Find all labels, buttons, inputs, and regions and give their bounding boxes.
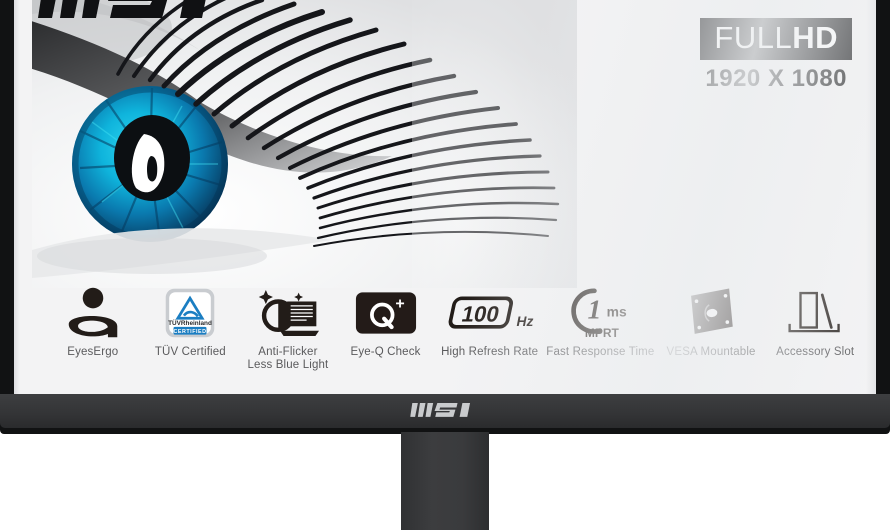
feature-tuv-certified: TÜVRheinland CERTIFIED TÜV Certified: [142, 282, 240, 359]
monitor-stand-neck: [401, 432, 489, 530]
svg-text:TÜVRheinland: TÜVRheinland: [168, 318, 212, 327]
anti-flicker-less-blue-light-icon: [257, 282, 319, 344]
svg-text:CERTIFIED: CERTIFIED: [174, 329, 207, 335]
vesa-mount-plate-icon: [682, 282, 740, 344]
feature-vesa-mountable: VESA Mountable: [656, 282, 767, 359]
feature-label: TÜV Certified: [154, 346, 226, 358]
feature-eyes-ergo: EyesErgo: [44, 282, 142, 359]
accessory-slot-icon: [786, 282, 844, 344]
feature-fast-response-time: 1 ms MPRT Fast Response Time: [545, 282, 656, 359]
full-hd-badge: FULLHD: [700, 18, 852, 60]
msi-logo-screen: [38, 0, 206, 18]
monitor-body: FULLHD 1920 X 1080 EyesErgo TÜVRheinland…: [0, 0, 890, 434]
screen-left-shading: [14, 0, 20, 394]
response-time-1ms-icon: 1 ms MPRT: [563, 282, 637, 344]
product-image-canvas: FULLHD 1920 X 1080 EyesErgo TÜVRheinland…: [0, 0, 890, 530]
feature-label: High Refresh Rate: [441, 346, 539, 358]
refresh-rate-100hz-icon: 100 Hz: [444, 282, 536, 344]
resolution-label: 1920 X 1080: [705, 65, 848, 92]
feature-label: Eye-Q Check: [350, 346, 421, 358]
feature-label: Accessory Slot: [776, 346, 855, 358]
feature-eye-q-check: + Eye-Q Check: [337, 282, 435, 359]
screen-right-shading: [866, 0, 876, 394]
full-hd-badge-group: FULLHD 1920 X 1080: [700, 18, 852, 93]
svg-text:MPRT: MPRT: [585, 326, 620, 340]
eyes-ergo-icon: [65, 282, 121, 344]
feature-label: Anti-Flicker Less Blue Light: [248, 346, 329, 372]
monitor-screen: FULLHD 1920 X 1080 EyesErgo TÜVRheinland…: [14, 0, 876, 394]
eye-q-check-icon: +: [355, 282, 417, 344]
feature-label: EyesErgo: [67, 346, 119, 358]
svg-text:+: +: [395, 295, 404, 312]
svg-text:ms: ms: [607, 304, 627, 320]
feature-label-line1: Anti-Flicker: [258, 346, 318, 358]
monitor-bottom-bezel: [0, 394, 890, 428]
feature-label: VESA Mountable: [666, 346, 756, 358]
feature-icon-row: EyesErgo TÜVRheinland CERTIFIED TÜV Cert…: [44, 282, 864, 382]
svg-text:1: 1: [588, 295, 602, 326]
msi-logo-bezel: [410, 403, 471, 417]
eye-artwork: [32, 0, 577, 288]
svg-text:100: 100: [459, 302, 501, 327]
feature-accessory-slot: Accessory Slot: [766, 282, 864, 359]
feature-anti-flicker: Anti-Flicker Less Blue Light: [239, 282, 337, 372]
tuv-rheinland-badge-icon: TÜVRheinland CERTIFIED: [164, 282, 216, 344]
feature-label: Fast Response Time: [546, 346, 655, 358]
feature-high-refresh-rate: 100 Hz High Refresh Rate: [434, 282, 545, 359]
svg-text:Hz: Hz: [516, 314, 533, 329]
full-label: FULL: [714, 20, 793, 55]
feature-label-line2: Less Blue Light: [247, 359, 329, 371]
hd-label: HD: [792, 20, 838, 55]
